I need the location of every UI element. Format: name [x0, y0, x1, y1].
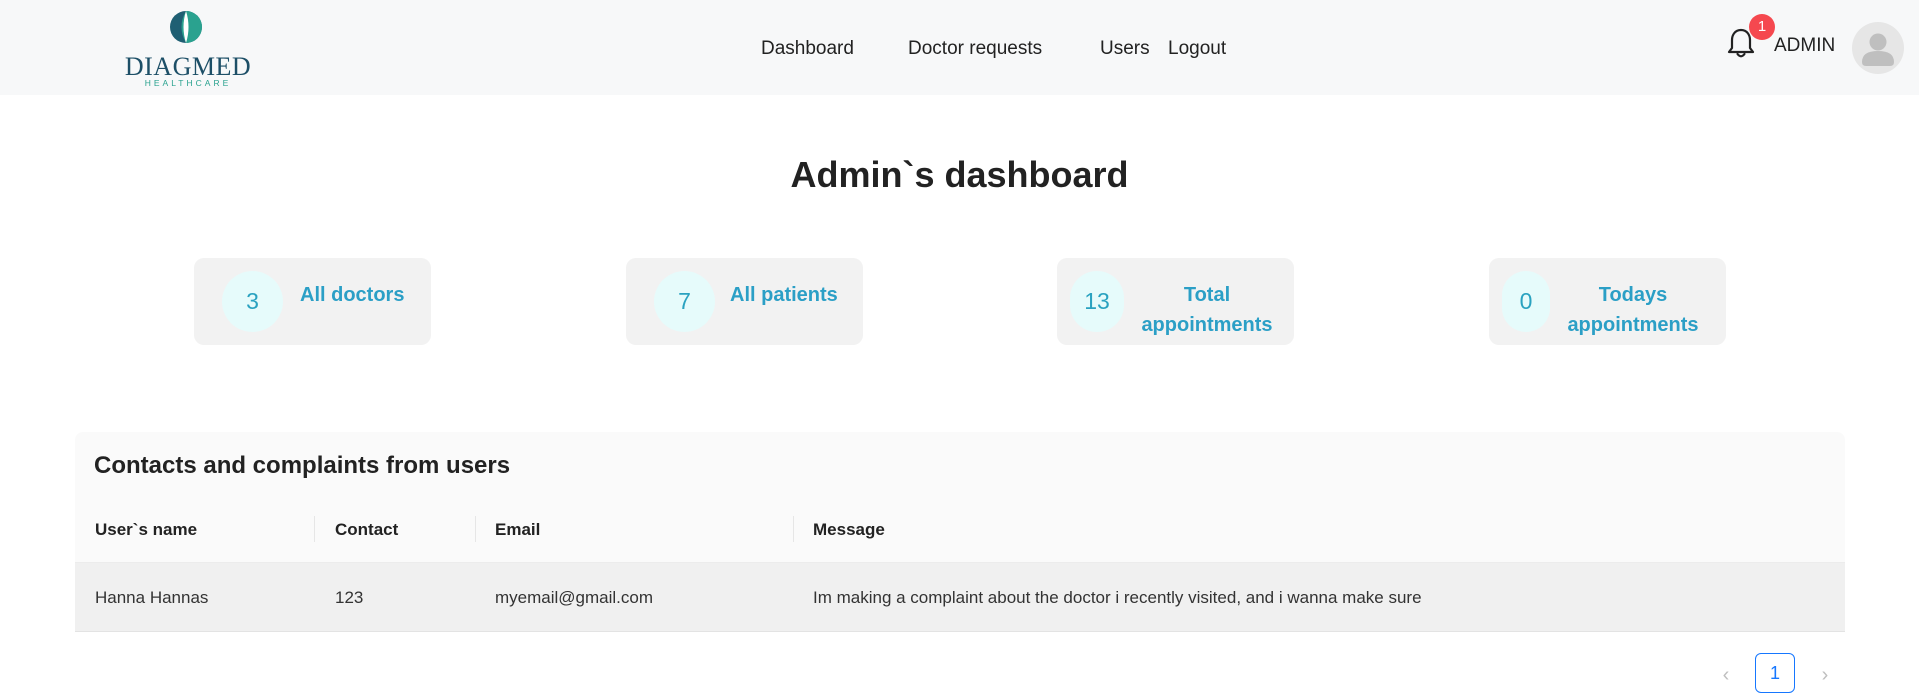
cell-email: myemail@gmail.com [495, 588, 654, 607]
column-header-name: User`s name [95, 520, 198, 539]
column-divider [475, 516, 476, 542]
stat-card-total-appointments[interactable]: 13 Total appointments [1057, 258, 1294, 345]
column-divider [793, 516, 794, 542]
column-header-contact: Contact [335, 520, 399, 539]
cell-message: Im making a complaint about the doctor i… [813, 588, 1422, 607]
cell-contact: 123 [335, 588, 364, 607]
stat-label: Todays appointments [1567, 284, 1699, 336]
page-title: Admin`s dashboard [790, 154, 1129, 195]
column-header-email: Email [495, 520, 541, 539]
diagmed-logo[interactable]: DIAGMED HEALTHCARE [122, 8, 254, 90]
stat-label: All doctors [300, 284, 405, 306]
user-avatar-icon [1862, 33, 1894, 66]
pagination-prev-icon[interactable]: ‹ [1716, 665, 1736, 685]
stat-label: All patients [730, 284, 838, 306]
avatar[interactable] [1852, 22, 1904, 74]
pagination-page-1[interactable]: 1 [1755, 653, 1795, 693]
user-name[interactable]: ADMIN [1774, 35, 1835, 57]
stat-card-all-patients[interactable]: 7 All patients [626, 258, 863, 345]
stat-value: 7 [654, 271, 715, 332]
top-navbar: DIAGMED HEALTHCARE Dashboard Doctor requ… [0, 0, 1919, 95]
stat-card-todays-appointments[interactable]: 0 Todays appointments [1489, 258, 1726, 345]
nav-doctor-requests[interactable]: Doctor requests [908, 38, 1042, 62]
stat-label: Total appointments [1141, 284, 1273, 336]
stat-value: 0 [1502, 271, 1550, 332]
column-divider [314, 516, 315, 542]
table-row[interactable]: Hanna Hannas 123 myemail@gmail.com Im ma… [75, 563, 1845, 632]
nav-dashboard[interactable]: Dashboard [761, 38, 854, 62]
logo-mark-icon [170, 11, 202, 43]
nav-users[interactable]: Users [1100, 38, 1150, 62]
nav-logout[interactable]: Logout [1168, 38, 1226, 62]
contacts-section-header: Contacts and complaints from users [75, 432, 1845, 496]
section-title: Contacts and complaints from users [94, 452, 511, 479]
table-header: User`s name Contact Email Message [75, 496, 1845, 563]
stat-value: 3 [222, 271, 283, 332]
logo-tagline: HEALTHCARE [144, 78, 232, 88]
pagination-next-icon[interactable]: › [1815, 665, 1835, 685]
column-header-message: Message [813, 520, 885, 539]
stat-card-all-doctors[interactable]: 3 All doctors [194, 258, 431, 345]
notification-badge: 1 [1749, 14, 1775, 40]
cell-name: Hanna Hannas [95, 588, 209, 607]
stat-value: 13 [1070, 271, 1124, 332]
